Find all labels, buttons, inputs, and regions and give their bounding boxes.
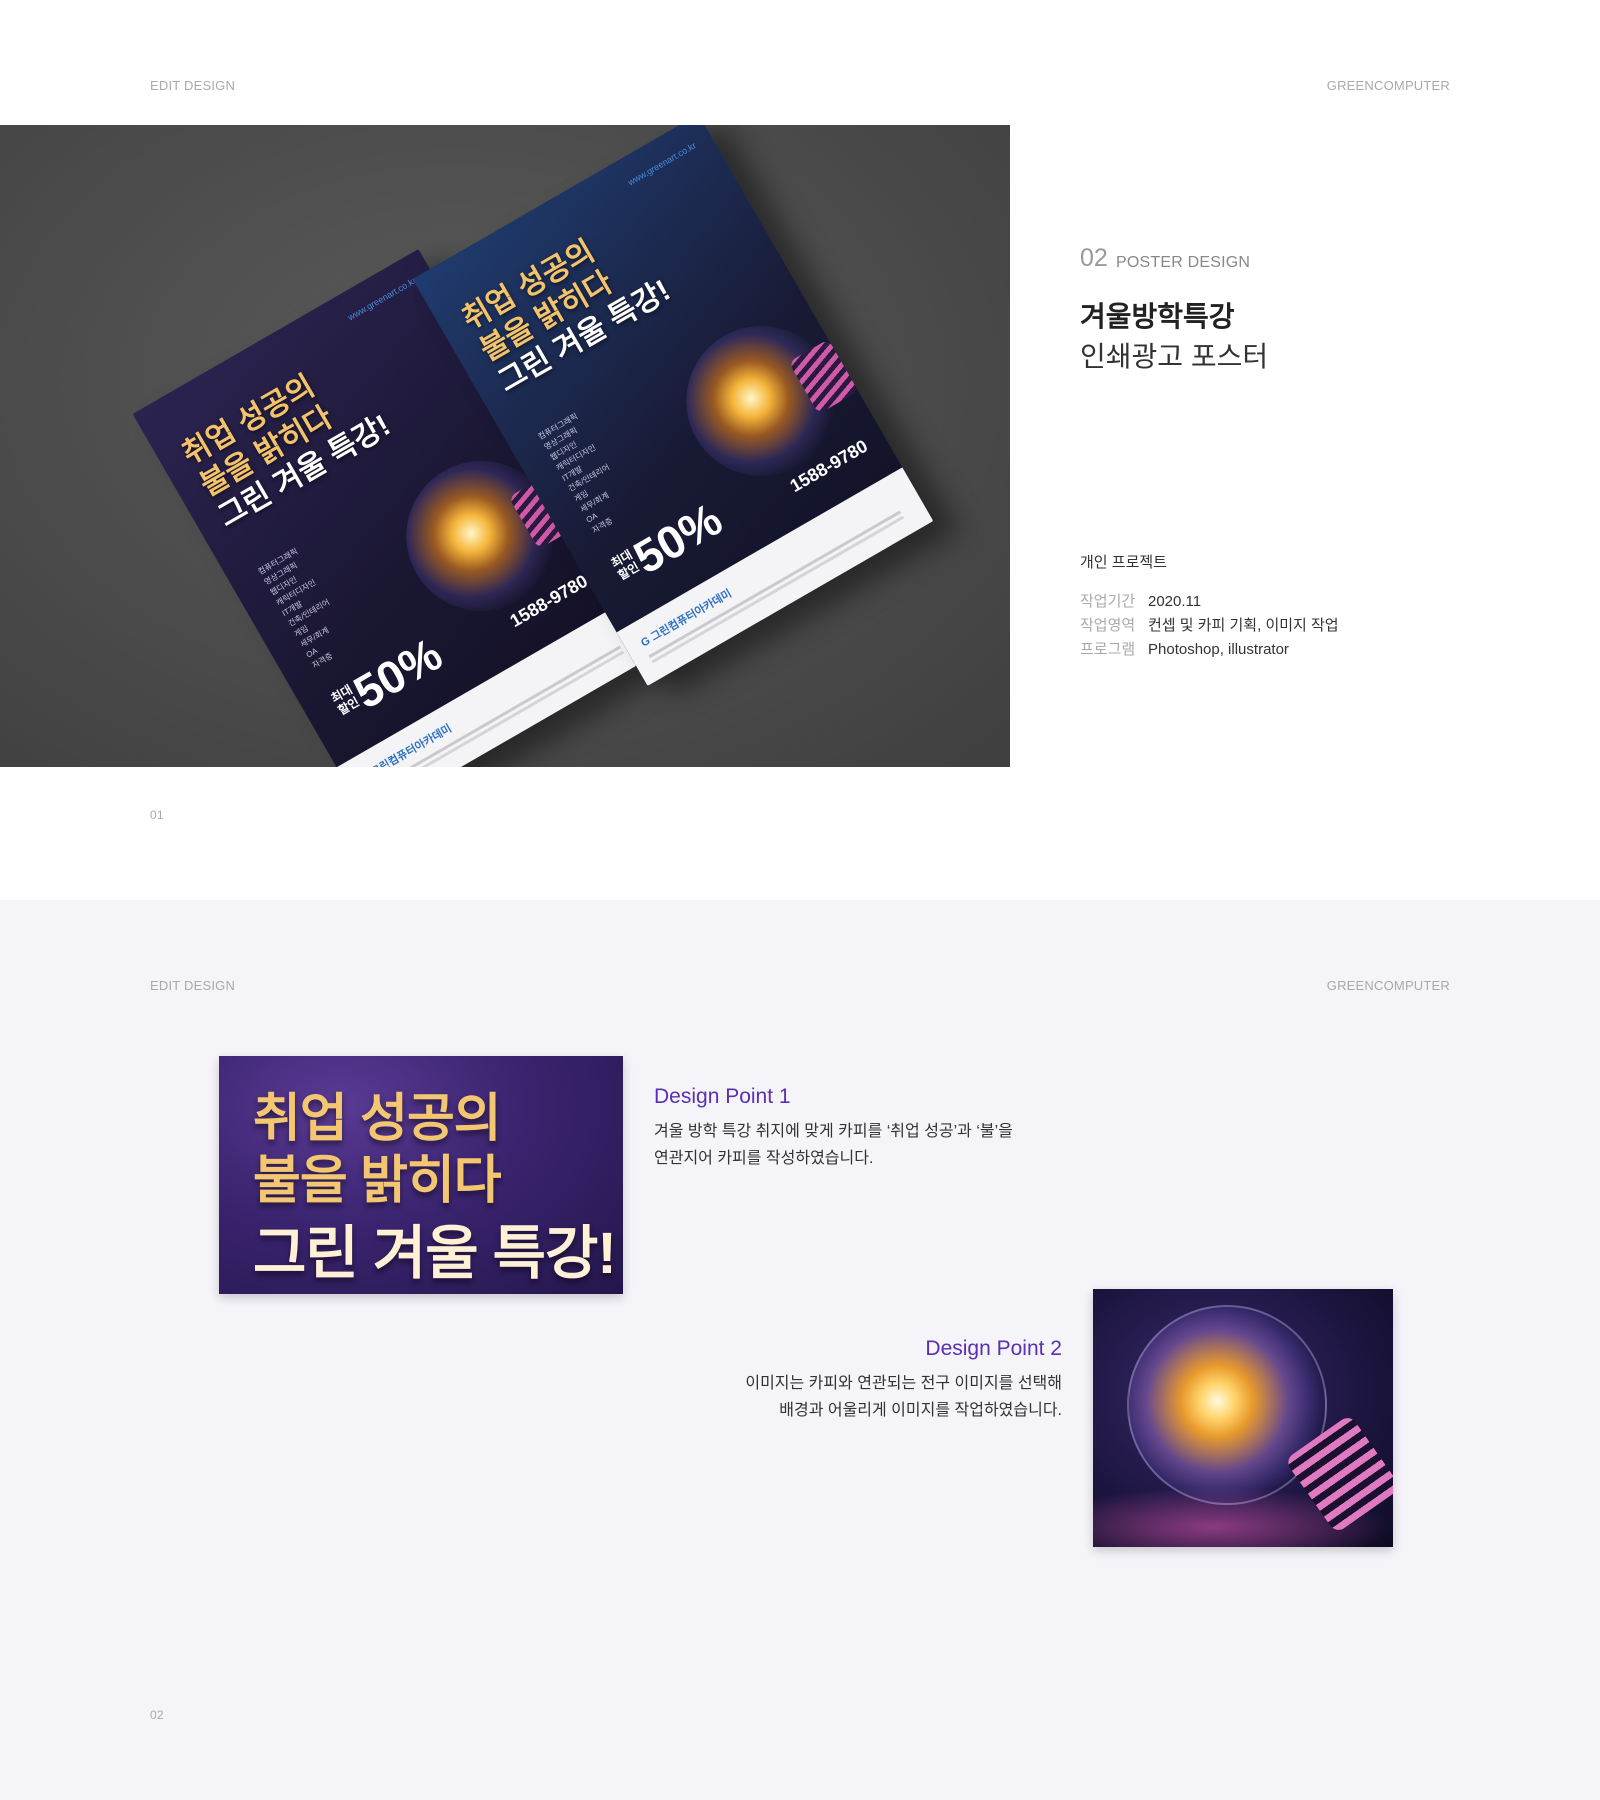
- meta-row-scope: 작업영역 컨셉 및 카피 기획, 이미지 작업: [1080, 614, 1339, 635]
- meta-key: 작업기간: [1080, 593, 1136, 610]
- copy-line: 불을 밝히다: [253, 1152, 502, 1210]
- design-point-2-line: 배경과 어울리게 이미지를 작업하였습니다.: [779, 1402, 1062, 1419]
- poster-headline: 취업 성공의 불을 밝히다 그린 겨울 특강!: [176, 346, 397, 536]
- design-point-1-title: Design Point 1: [654, 1085, 791, 1108]
- page-number: 01: [150, 808, 164, 822]
- meta-value: 2020.11: [1148, 593, 1202, 610]
- header-right-label: GREENCOMPUTER: [1326, 978, 1450, 993]
- poster-url: www.greenart.co.kr: [346, 275, 418, 323]
- design-point-2-text: 이미지는 카피와 연관되는 전구 이미지를 선택해 배경과 어울리게 이미지를 …: [745, 1370, 1062, 1424]
- meta-value: 컨셉 및 카피 기획, 이미지 작업: [1148, 617, 1339, 634]
- project-title: 겨울방학특강: [1080, 301, 1235, 332]
- design-point-1-line: 연관지어 카피를 작성하였습니다.: [654, 1150, 874, 1167]
- poster-url: www.greenart.co.kr: [626, 140, 698, 188]
- poster-brand: G 그린컴퓨터아카데미: [358, 722, 454, 767]
- header-left-label: EDIT DESIGN: [150, 78, 236, 93]
- section-project-overview: EDIT DESIGN GREENCOMPUTER www.greenart.c…: [0, 0, 1600, 900]
- meta-row-program: 프로그램 Photoshop, illustrator: [1080, 638, 1289, 659]
- project-number: 02: [1080, 244, 1108, 272]
- copy-crop-image: 취업 성공의 불을 밝히다 그린 겨울 특강!: [219, 1056, 623, 1294]
- design-point-1-line: 겨울 방학 특강 취지에 맞게 카피를 ‘취업 성공’과 ‘불’을: [654, 1123, 1013, 1140]
- design-point-1-text: 겨울 방학 특강 취지에 맞게 카피를 ‘취업 성공’과 ‘불’을 연관지어 카…: [654, 1118, 1013, 1172]
- poster-course-list: 컴퓨터그래픽 영상그래픽 웹디자인 캐릭터디자인 IT개발 건축/인테리어 게임…: [536, 410, 636, 537]
- meta-key: 프로그램: [1080, 641, 1136, 658]
- poster-mockup-image: www.greenart.co.kr 취업 성공의 불을 밝히다 그린 겨울 특…: [0, 125, 1010, 767]
- copy-line: 그린 겨울 특강!: [253, 1221, 617, 1286]
- project-subtitle: 인쇄광고 포스터: [1080, 341, 1269, 372]
- meta-key: 작업영역: [1080, 617, 1136, 634]
- meta-row-period: 작업기간 2020.11: [1080, 590, 1201, 611]
- page-number: 02: [150, 1708, 164, 1722]
- poster-headline: 취업 성공의 불을 밝히다 그린 겨울 특강!: [456, 211, 677, 401]
- header-right-label: GREENCOMPUTER: [1326, 78, 1450, 93]
- design-point-2-line: 이미지는 카피와 연관되는 전구 이미지를 선택해: [745, 1375, 1062, 1392]
- poster-course-list: 컴퓨터그래픽 영상그래픽 웹디자인 캐릭터디자인 IT개발 건축/인테리어 게임…: [256, 545, 356, 672]
- design-point-2-title: Design Point 2: [925, 1337, 1062, 1360]
- project-type: 개인 프로젝트: [1080, 554, 1167, 571]
- header-left-label: EDIT DESIGN: [150, 978, 236, 993]
- lightbulb-crop-image: [1093, 1289, 1393, 1547]
- project-category: POSTER DESIGN: [1116, 254, 1251, 271]
- meta-value: Photoshop, illustrator: [1148, 641, 1289, 658]
